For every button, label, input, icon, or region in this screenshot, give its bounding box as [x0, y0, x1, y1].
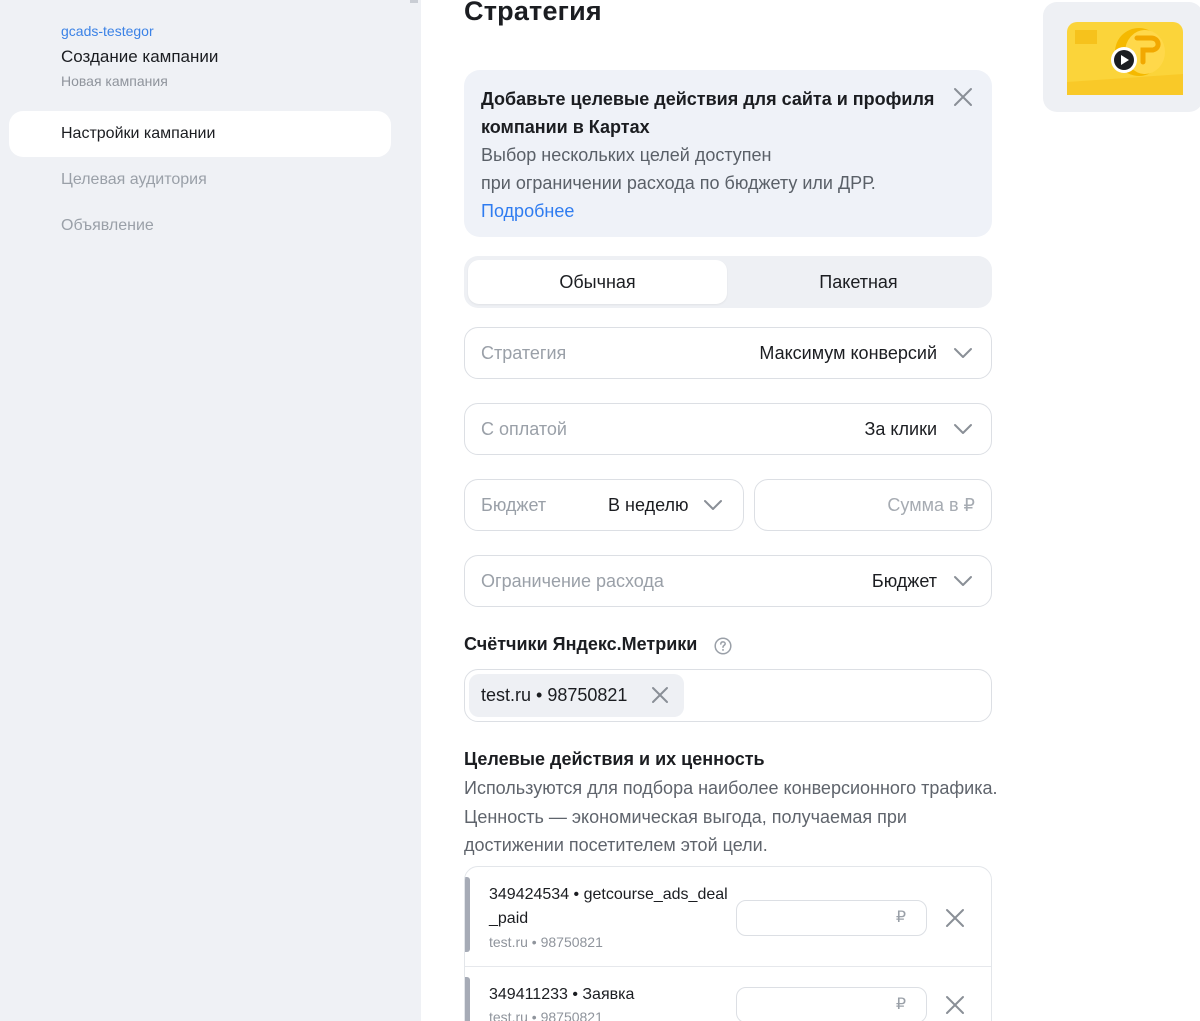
banner-title: Добавьте целевые действия для сайта и пр…	[481, 89, 935, 137]
banner-more-link[interactable]: Подробнее	[481, 197, 942, 225]
sidebar-title: Создание кампании	[61, 47, 219, 66]
right-panel	[1035, 0, 1200, 1021]
remove-icon[interactable]	[944, 907, 966, 929]
spend-limit-label: Ограничение расхода	[481, 571, 664, 591]
sidebar: gcads-testegor Создание кампании Новая к…	[0, 0, 421, 1021]
counter-tag: test.ru • 98750821	[469, 674, 684, 717]
tab-package[interactable]: Пакетная	[729, 260, 988, 304]
payment-label: С оплатой	[481, 419, 567, 439]
goal-value-input[interactable]: ₽	[736, 987, 927, 1021]
sidebar-subtitle: Новая кампания	[61, 73, 168, 89]
goals-section-title: Целевые действия и их ценность	[464, 749, 765, 769]
payment-value: За клики	[864, 419, 937, 439]
chevron-down-icon	[954, 424, 972, 434]
budget-amount-input[interactable]: Сумма в ₽	[754, 479, 992, 531]
budget-label: Бюджет	[481, 495, 547, 515]
budget-period-value: В неделю	[608, 495, 689, 515]
spend-limit-value: Бюджет	[871, 571, 937, 591]
goal-marker	[465, 877, 470, 952]
video-promo-icon[interactable]	[1067, 22, 1183, 95]
goals-list: 349424534 • getcourse_ads_deal_paid test…	[464, 866, 992, 1021]
page-title: Стратегия	[464, 0, 602, 26]
remove-icon[interactable]	[944, 994, 966, 1016]
strategy-select[interactable]: Стратегия Максимум конверсий	[464, 327, 992, 379]
remove-icon[interactable]	[649, 684, 671, 706]
ruble-sign: ₽	[895, 909, 906, 926]
metrika-counters-title: Счётчики Яндекс.Метрики	[464, 634, 698, 654]
banner-text-line1: Выбор нескольких целей доступен	[481, 145, 772, 165]
sidebar-item-target-audience[interactable]: Целевая аудитория	[9, 157, 391, 203]
goal-row: 349424534 • getcourse_ads_deal_paid test…	[465, 867, 991, 967]
goal-name: 349411233 • Заявка	[489, 986, 635, 1003]
chevron-down-icon	[954, 348, 972, 358]
budget-period-select[interactable]: Бюджет В неделю	[464, 479, 744, 531]
chevron-down-icon	[954, 576, 972, 586]
spend-limit-select[interactable]: Ограничение расхода Бюджет	[464, 555, 992, 607]
goal-counter: test.ru • 98750821	[489, 1009, 603, 1021]
goals-section-description: Используются для подбора наиболее конвер…	[464, 778, 998, 855]
sidebar-scrollbar[interactable]	[410, 0, 418, 3]
goal-value-input[interactable]: ₽	[736, 900, 927, 936]
help-icon[interactable]	[714, 637, 732, 655]
budget-amount-placeholder: Сумма в ₽	[887, 495, 975, 515]
close-icon[interactable]	[952, 86, 974, 108]
info-banner: Добавьте целевые действия для сайта и пр…	[464, 70, 992, 237]
promo-card[interactable]	[1043, 2, 1200, 112]
payment-select[interactable]: С оплатой За клики	[464, 403, 992, 455]
goal-name: 349424534 • getcourse_ads_deal_paid	[489, 886, 728, 927]
ruble-sign: ₽	[895, 996, 906, 1013]
account-name[interactable]: gcads-testegor	[61, 23, 154, 39]
sidebar-item-ad[interactable]: Объявление	[9, 203, 391, 249]
main-panel: Стратегия Добавьте целевые действия для …	[421, 0, 1035, 1021]
strategy-label: Стратегия	[481, 343, 567, 363]
counter-tag-label: test.ru • 98750821	[481, 685, 628, 705]
goal-counter: test.ru • 98750821	[489, 934, 603, 950]
tab-regular[interactable]: Обычная	[468, 260, 727, 304]
strategy-value: Максимум конверсий	[759, 343, 937, 363]
goal-marker	[465, 977, 470, 1021]
sidebar-item-campaign-settings[interactable]: Настройки кампании	[9, 111, 391, 157]
counters-input[interactable]: test.ru • 98750821	[464, 669, 992, 722]
goal-row: 349411233 • Заявка test.ru • 98750821 ₽	[465, 967, 991, 1021]
strategy-type-switch: Обычная Пакетная	[464, 256, 992, 308]
chevron-down-icon	[704, 500, 722, 510]
banner-text-line2: при ограничении расхода по бюджету или Д…	[481, 173, 876, 193]
